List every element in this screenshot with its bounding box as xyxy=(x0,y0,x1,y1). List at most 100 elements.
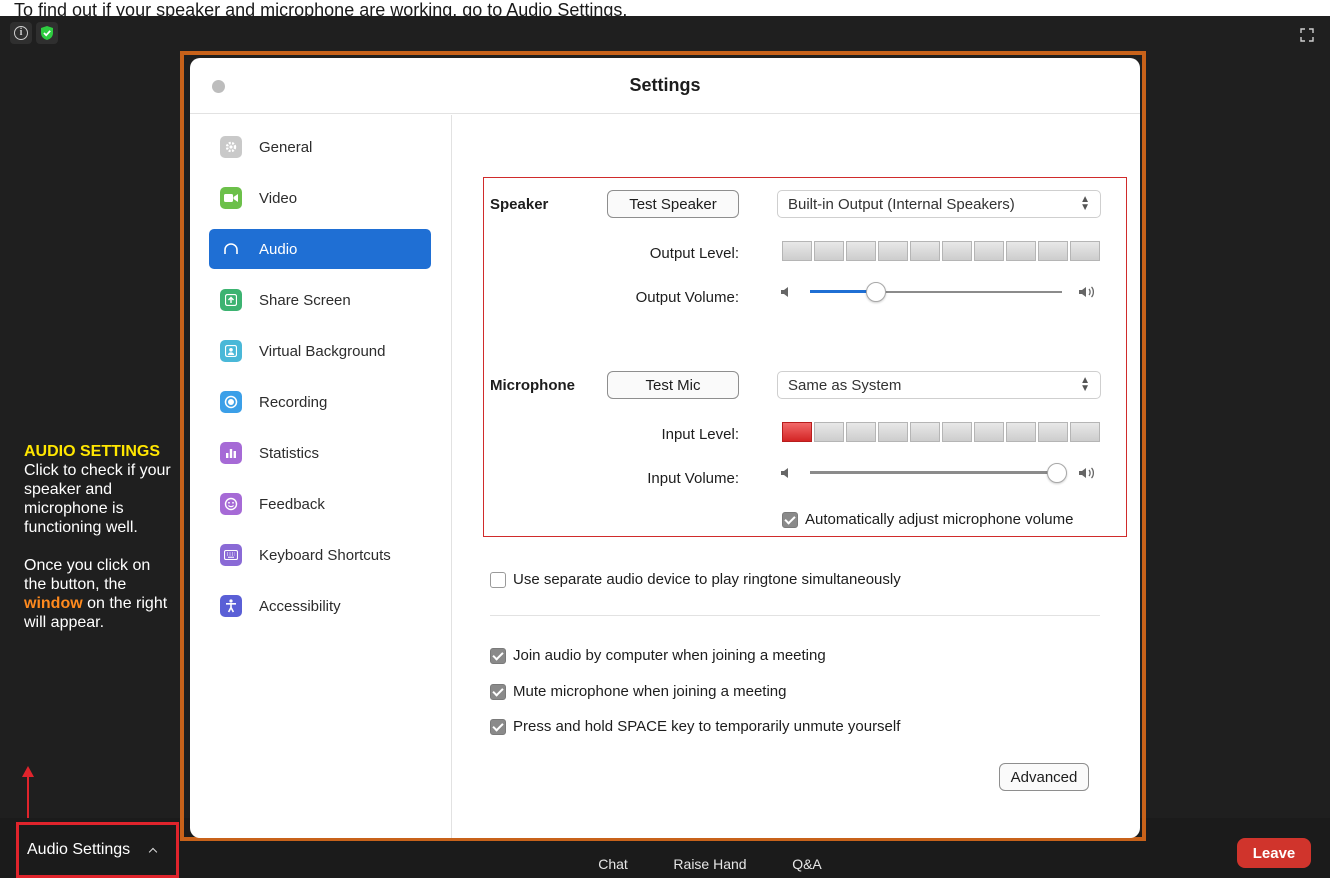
test-mic-button[interactable]: Test Mic xyxy=(607,371,739,399)
auto-adjust-mic-label: Automatically adjust microphone volume xyxy=(805,511,1074,528)
output-volume-thumb[interactable] xyxy=(865,282,886,302)
fullscreen-icon[interactable] xyxy=(1296,24,1318,46)
speaker-device-select[interactable]: Built-in Output (Internal Speakers) ▲ ▼ xyxy=(777,190,1101,218)
audio-option-label: Mute microphone when joining a meeting xyxy=(513,683,787,700)
checkbox-icon[interactable] xyxy=(782,511,798,528)
advanced-button[interactable]: Advanced xyxy=(999,763,1089,791)
chat-button[interactable]: Chat xyxy=(597,856,629,872)
record-icon xyxy=(220,391,242,413)
audio-settings-label: Audio Settings xyxy=(27,841,131,858)
input-level-segment xyxy=(846,422,876,442)
input-level-segment xyxy=(782,422,812,442)
input-volume-label: Input Volume: xyxy=(647,470,739,487)
sidebar-item-label: Audio xyxy=(259,240,298,258)
video-camera-icon xyxy=(220,187,242,209)
output-level-segment xyxy=(878,241,908,261)
leave-button[interactable]: Leave xyxy=(1237,838,1311,868)
input-level-segment xyxy=(974,422,1004,442)
checkbox-icon[interactable] xyxy=(490,718,506,735)
audio-option-checkbox[interactable]: Use separate audio device to play ringto… xyxy=(490,571,901,588)
dialog-titlebar: Settings xyxy=(190,58,1140,114)
audio-settings-button[interactable]: Audio Settings xyxy=(16,822,179,878)
input-level-segment xyxy=(942,422,972,442)
auto-adjust-mic-checkbox[interactable]: Automatically adjust microphone volume xyxy=(782,511,1073,528)
share-screen-icon xyxy=(220,289,242,311)
sidebar-item-feedback[interactable]: Feedback xyxy=(209,484,431,524)
sidebar-item-audio[interactable]: Audio xyxy=(209,229,431,269)
volume-high-icon xyxy=(1079,286,1095,298)
input-level-segment xyxy=(1070,422,1100,442)
output-level-segment xyxy=(1038,241,1068,261)
gear-icon xyxy=(220,136,242,158)
callout-arrow-line xyxy=(27,776,29,818)
output-level-segment xyxy=(782,241,812,261)
sidebar-item-label: Recording xyxy=(259,393,328,411)
sidebar-item-label: Accessibility xyxy=(259,597,341,615)
output-level-segment xyxy=(846,241,876,261)
sidebar-item-video[interactable]: Video xyxy=(209,178,431,218)
input-level-segment xyxy=(910,422,940,442)
headphones-icon xyxy=(220,238,242,260)
sidebar-item-recording[interactable]: Recording xyxy=(209,382,431,422)
output-level-segment xyxy=(974,241,1004,261)
audio-option-label: Press and hold SPACE key to temporarily … xyxy=(513,718,901,735)
window-close-dot[interactable] xyxy=(212,80,225,93)
sidebar-item-share-screen[interactable]: Share Screen xyxy=(209,280,431,320)
input-volume-thumb[interactable] xyxy=(1046,463,1067,483)
device-settings-highlight-box xyxy=(483,177,1127,537)
smiley-icon xyxy=(220,493,242,515)
sidebar-item-label: General xyxy=(259,138,313,156)
select-chevrons-icon: ▲ ▼ xyxy=(1080,375,1090,394)
microphone-label: Microphone xyxy=(490,377,575,394)
volume-high-icon xyxy=(1079,467,1095,479)
person-icon xyxy=(220,340,242,362)
sidebar-item-general[interactable]: General xyxy=(209,127,431,167)
input-volume-slider[interactable] xyxy=(780,463,1102,483)
audio-option-checkbox[interactable]: Join audio by computer when joining a me… xyxy=(490,647,826,664)
output-level-segment xyxy=(942,241,972,261)
output-level-segment xyxy=(814,241,844,261)
microphone-device-value: Same as System xyxy=(788,376,902,394)
input-level-segment xyxy=(814,422,844,442)
chat-label: Chat xyxy=(598,856,628,872)
checkbox-icon[interactable] xyxy=(490,647,506,664)
input-level-segment xyxy=(1006,422,1036,442)
volume-low-icon xyxy=(781,287,788,297)
input-level-segment xyxy=(878,422,908,442)
accessibility-icon xyxy=(220,595,242,617)
output-level-segment xyxy=(1070,241,1100,261)
input-level-label: Input Level: xyxy=(661,426,739,443)
sidebar-item-keyboard-shortcuts[interactable]: Keyboard Shortcuts xyxy=(209,535,431,575)
audio-option-checkbox[interactable]: Press and hold SPACE key to temporarily … xyxy=(490,718,900,735)
audio-option-checkbox[interactable]: Mute microphone when joining a meeting xyxy=(490,683,787,700)
shield-icon[interactable] xyxy=(36,22,58,44)
info-icon[interactable]: i xyxy=(10,22,32,44)
speaker-device-value: Built-in Output (Internal Speakers) xyxy=(788,195,1015,213)
qa-button[interactable]: Q&A xyxy=(787,856,827,872)
raise-hand-label: Raise Hand xyxy=(673,856,747,872)
annotation-window-highlight: window xyxy=(24,595,83,612)
output-level-segment xyxy=(1006,241,1036,261)
audio-option-label: Use separate audio device to play ringto… xyxy=(513,571,901,588)
options-divider xyxy=(490,615,1100,616)
checkbox-icon[interactable] xyxy=(490,571,506,588)
output-volume-slider[interactable] xyxy=(780,282,1102,302)
raise-hand-button[interactable]: Raise Hand xyxy=(670,856,750,872)
checkbox-icon[interactable] xyxy=(490,683,506,700)
test-speaker-button[interactable]: Test Speaker xyxy=(607,190,739,218)
annotation-body-2-pre: Once you click on the button, the xyxy=(24,557,151,593)
microphone-device-select[interactable]: Same as System ▲ ▼ xyxy=(777,371,1101,399)
settings-dialog: Settings General Video Audio Share Screen Vi… xyxy=(190,58,1140,838)
sidebar-item-label: Share Screen xyxy=(259,291,351,309)
caret-up-icon xyxy=(148,847,158,857)
sidebar-item-accessibility[interactable]: Accessibility xyxy=(209,586,431,626)
output-level-label: Output Level: xyxy=(649,245,739,262)
sidebar-item-statistics[interactable]: Statistics xyxy=(209,433,431,473)
sidebar-item-label: Feedback xyxy=(259,495,325,513)
keyboard-icon xyxy=(220,544,242,566)
sidebar-item-virtual-background[interactable]: Virtual Background xyxy=(209,331,431,371)
audio-option-label: Join audio by computer when joining a me… xyxy=(513,647,826,664)
sidebar-item-label: Keyboard Shortcuts xyxy=(259,546,391,564)
settings-sidebar: General Video Audio Share Screen Virtual Bac… xyxy=(190,115,452,838)
output-level-meter xyxy=(782,241,1100,261)
